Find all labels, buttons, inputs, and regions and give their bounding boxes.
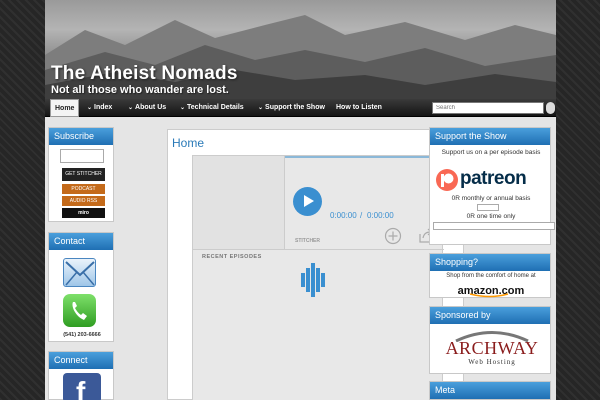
nav-about-us[interactable]: ⌄ About Us (124, 99, 170, 117)
svg-text:f: f (76, 376, 86, 400)
nav-label: Technical Details (187, 104, 244, 111)
nav-label: Home (55, 105, 75, 112)
amazon-smile-icon (469, 293, 509, 298)
facebook-icon[interactable]: f (63, 373, 101, 400)
widget-title: Meta (430, 382, 550, 399)
nav-technical-details[interactable]: ⌄ Technical Details (176, 99, 248, 117)
chevron-down-icon: ⌄ (128, 105, 134, 111)
meta-widget: Meta (429, 381, 551, 400)
contact-widget: Contact (541) 203-6666 (48, 232, 114, 342)
episode-artwork (193, 156, 285, 249)
archway-wordmark: ARCHWAY (445, 338, 539, 358)
chevron-down-icon: ⌄ (180, 105, 186, 111)
support-widget: Support the Show Support us on a per epi… (429, 127, 555, 245)
stitcher-player: 0:00:00 / 0:00:00 STITCHER RECENT EPISOD… (192, 155, 444, 400)
search-button[interactable] (546, 102, 555, 114)
shopping-widget: Shopping? Shop from the comfort of home … (429, 253, 551, 298)
stitcher-badge[interactable]: GET STITCHER (62, 168, 105, 181)
progress-bar[interactable] (285, 156, 444, 158)
archway-logo[interactable]: ARCHWAY Web Hosting (438, 328, 546, 370)
widget-title: Support the Show (430, 128, 550, 145)
audio-rss-badge[interactable]: AUDIO RSS (62, 196, 105, 206)
nav-home[interactable]: Home (50, 99, 80, 117)
phone-icon[interactable] (63, 294, 96, 327)
nav-index[interactable]: ⌄ Index (83, 99, 116, 117)
subscribe-widget: Subscribe GET STITCHER PODCAST AUDIO RSS… (48, 127, 114, 222)
podcast-badge[interactable]: PODCAST (62, 184, 105, 194)
player-brand: STITCHER (295, 238, 320, 244)
search-input[interactable] (432, 102, 544, 114)
widget-title: Sponsored by (430, 307, 550, 324)
widget-title: Shopping? (430, 254, 550, 271)
nav-label: How to Listen (336, 104, 382, 111)
main-content: Home 0:00:00 / 0:00:00 STITCHER RECENT E… (167, 129, 464, 400)
or-monthly-text: 0R monthly or annual basis (451, 195, 531, 202)
widget-title: Connect (49, 352, 113, 369)
connect-widget: Connect f (48, 351, 114, 400)
time-current: 0:00:00 (330, 211, 357, 220)
nav-label: Index (94, 104, 113, 111)
patreon-logo[interactable]: patreon (435, 168, 547, 192)
sponsored-widget: Sponsored by ARCHWAY Web Hosting (429, 306, 551, 374)
monthly-select[interactable] (477, 204, 499, 211)
add-icon[interactable] (384, 227, 402, 245)
mail-icon[interactable] (63, 258, 96, 287)
play-button[interactable] (293, 187, 322, 216)
or-one-time-text: 0R one time only (466, 213, 516, 220)
patreon-icon (436, 169, 458, 191)
miro-badge[interactable]: miro (62, 208, 105, 218)
widget-title: Subscribe (49, 128, 113, 145)
nav-support-the-show[interactable]: ⌄ Support the Show (254, 99, 329, 117)
divider (193, 249, 444, 250)
site-header: The Atheist Nomads Not all those who wan… (45, 0, 556, 99)
site-tagline: Not all those who wander are lost. (51, 84, 229, 96)
page-title: Home (172, 136, 205, 150)
archway-subtitle: Web Hosting (468, 358, 516, 366)
main-nav: Home ⌄ Index ⌄ About Us ⌄ Technical Details… (45, 99, 556, 117)
donation-input[interactable] (433, 222, 555, 230)
support-text: Support us on a per episode basis (441, 149, 541, 156)
nav-how-to-listen[interactable]: How to Listen (332, 99, 386, 117)
site-container: The Atheist Nomads Not all those who wan… (45, 0, 556, 400)
patreon-wordmark: patreon (460, 168, 527, 189)
nav-label: About Us (135, 104, 167, 111)
subscribe-box[interactable] (60, 149, 104, 163)
phone-number: (541) 203-6666 (63, 332, 101, 338)
recent-episodes-label: RECENT EPISODES (202, 254, 262, 260)
time-separator: / (360, 211, 363, 220)
widget-title: Contact (49, 233, 113, 250)
shopping-text: Shop from the comfort of home at (446, 273, 536, 279)
time-total: 0:00:00 (367, 211, 394, 220)
nav-label: Support the Show (265, 104, 325, 111)
chevron-down-icon: ⌄ (258, 105, 264, 111)
chevron-down-icon: ⌄ (87, 105, 93, 111)
site-title[interactable]: The Atheist Nomads (51, 63, 238, 85)
